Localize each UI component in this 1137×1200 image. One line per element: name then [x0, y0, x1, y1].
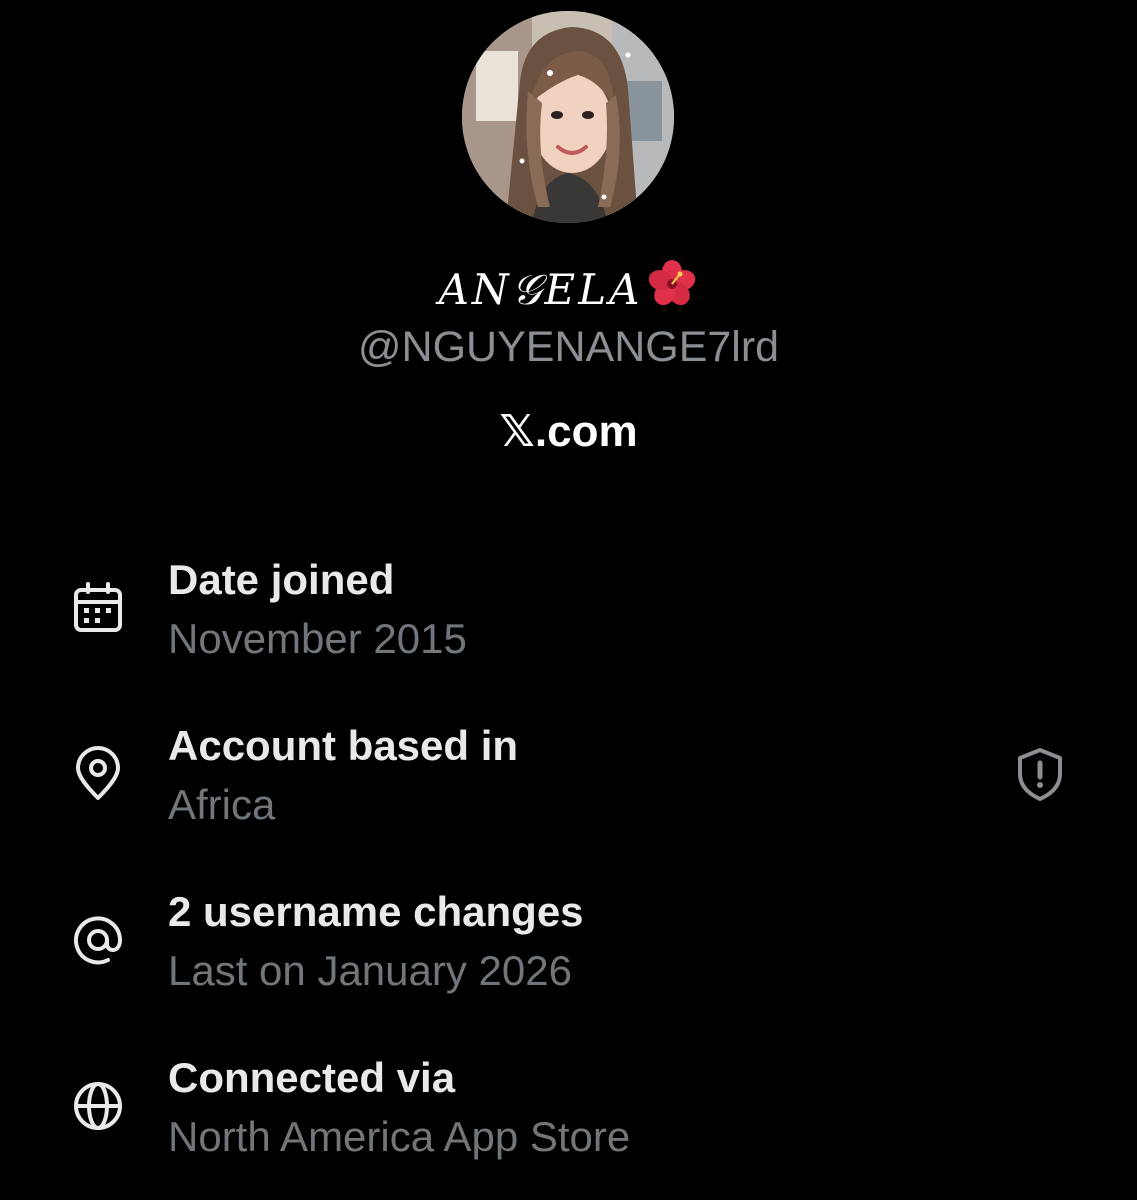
- profile-photo: [462, 11, 674, 223]
- row-value: Last on January 2026: [168, 947, 572, 994]
- profile-header: 𝐴𝑁𝒢𝐸𝐿𝐴 @NGUYENANGE7lrd 𝕏.com: [0, 0, 1137, 480]
- row-value: November 2015: [168, 615, 467, 662]
- avatar[interactable]: [462, 11, 674, 223]
- display-name-text: 𝐴𝑁𝒢𝐸𝐿𝐴: [438, 265, 643, 314]
- row-value: North America App Store: [168, 1113, 631, 1160]
- row-title: Connected via: [168, 1054, 456, 1101]
- hibiscus-icon: [646, 258, 698, 324]
- info-row-date-joined: Date joined November 2015: [0, 552, 1137, 682]
- info-row-connected-via: Connected via North America App Store: [0, 1050, 1137, 1180]
- at-sign-icon: [68, 910, 128, 970]
- display-name: 𝐴𝑁𝒢𝐸𝐿𝐴: [0, 258, 1137, 324]
- calendar-icon: [68, 578, 128, 638]
- shield-alert-icon[interactable]: [1010, 744, 1070, 804]
- row-title: Account based in: [168, 722, 519, 769]
- globe-icon: [68, 1076, 128, 1136]
- row-title: Date joined: [168, 556, 395, 603]
- site-label: 𝕏.com: [499, 407, 638, 456]
- row-title: 2 username changes: [168, 888, 584, 935]
- info-row-username-changes: 2 username changes Last on January 2026: [0, 884, 1137, 1014]
- row-value: Africa: [168, 781, 276, 828]
- info-row-account-based-in: Account based in Africa: [0, 718, 1137, 848]
- username-handle: @NGUYENANGE7lrd: [357, 323, 780, 371]
- location-pin-icon: [68, 744, 128, 804]
